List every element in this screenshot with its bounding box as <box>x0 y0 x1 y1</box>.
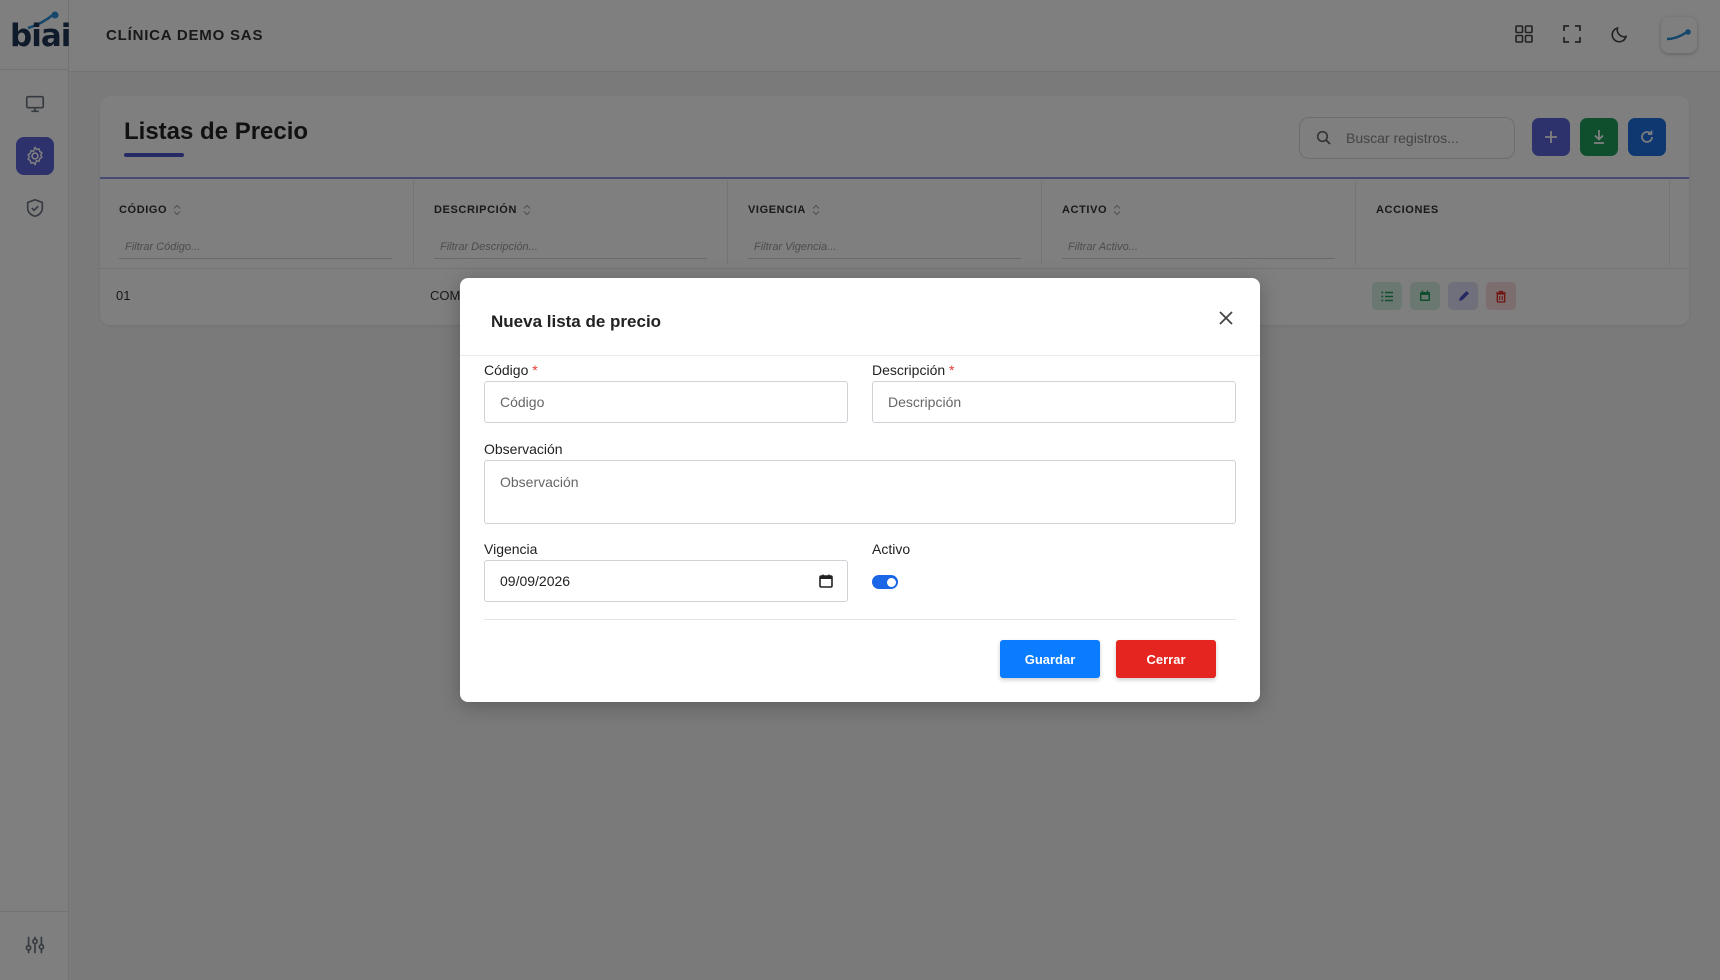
observacion-label: Observación <box>484 441 563 457</box>
cancel-button[interactable]: Cerrar <box>1116 640 1216 678</box>
codigo-label: Código * <box>484 362 538 378</box>
close-icon <box>1219 311 1233 325</box>
new-price-list-modal: Nueva lista de precio Código * Descripci… <box>460 278 1260 702</box>
toggle-knob <box>887 577 896 587</box>
modal-close-button[interactable] <box>1215 307 1237 329</box>
required-mark: * <box>949 362 955 378</box>
modal-title: Nueva lista de precio <box>491 312 662 331</box>
vigencia-label: Vigencia <box>484 541 538 557</box>
save-button[interactable]: Guardar <box>1000 640 1100 678</box>
modal-footer-divider <box>484 619 1236 620</box>
activo-toggle[interactable] <box>872 575 898 589</box>
descripcion-label: Descripción * <box>872 362 955 378</box>
modal-header-divider <box>460 355 1260 356</box>
activo-label: Activo <box>872 541 911 557</box>
codigo-input[interactable] <box>484 381 848 423</box>
vigencia-value: 09/09/2026 <box>500 573 571 589</box>
observacion-textarea[interactable] <box>484 460 1236 524</box>
calendar-picker-icon[interactable] <box>819 574 833 588</box>
descripcion-input[interactable] <box>872 381 1236 423</box>
required-mark: * <box>532 362 538 378</box>
vigencia-date-input[interactable]: 09/09/2026 <box>484 560 848 602</box>
